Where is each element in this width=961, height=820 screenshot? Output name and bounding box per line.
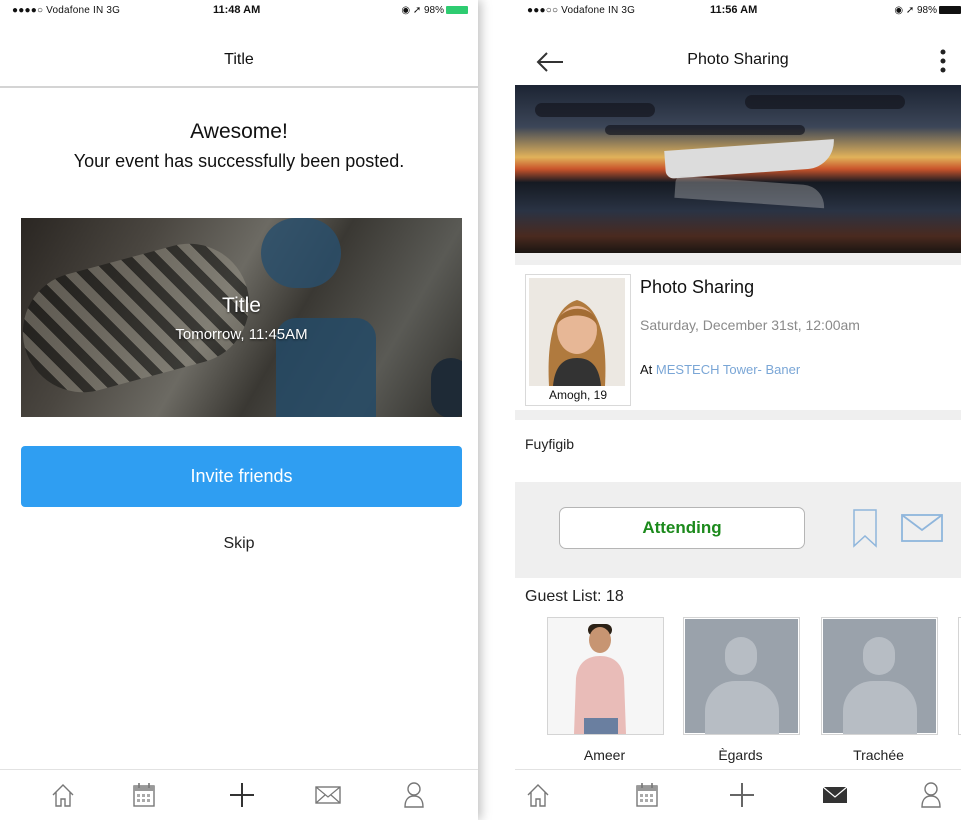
- success-message: Your event has successfully been posted.: [73, 151, 405, 171]
- card-image-detail: [431, 358, 462, 417]
- tab-create[interactable]: [726, 778, 758, 812]
- guest-photo: [821, 617, 938, 735]
- carrier-label: ●●●○○ Vodafone IN 3G: [527, 5, 636, 16]
- bookmark-icon: [853, 509, 877, 548]
- home-icon: [527, 784, 549, 807]
- plus-icon: [230, 783, 254, 807]
- cover-image-detail: [674, 175, 826, 209]
- tab-profile[interactable]: [398, 778, 430, 812]
- battery-indicator: ◉ ➚ 98%: [401, 5, 468, 16]
- guest-name: Ègards: [718, 747, 763, 763]
- tab-home[interactable]: [47, 778, 79, 812]
- status-bar: ●●●●○ Vodafone IN 3G 11:48 AM ◉ ➚ 98%: [0, 0, 478, 22]
- mail-icon: [315, 786, 341, 804]
- card-title: Title: [222, 294, 261, 317]
- guest-name: Trachée: [853, 747, 904, 763]
- host-name: Amogh, 19: [548, 388, 608, 402]
- host-photo-portrait: [529, 278, 625, 386]
- calendar-icon: [133, 783, 155, 807]
- action-row: Attending: [515, 482, 961, 578]
- calendar-icon: [636, 783, 658, 807]
- guest-card[interactable]: Ègards: [683, 617, 800, 763]
- tab-calendar[interactable]: [631, 778, 663, 812]
- clock: 11:56 AM: [710, 4, 758, 16]
- placeholder-head: [725, 637, 757, 675]
- tab-home[interactable]: [522, 778, 554, 812]
- success-heading: Awesome!: [190, 120, 288, 143]
- divider: [515, 410, 961, 420]
- event-info-card: Amogh, 19 Photo Sharing Saturday, Decemb…: [515, 265, 961, 410]
- profile-icon: [404, 782, 424, 808]
- more-vert-icon: [940, 49, 946, 73]
- right-phone-screen: ●●●○○ Vodafone IN 3G 11:56 AM ◉ ➚ 98% Ph…: [515, 0, 961, 820]
- battery-indicator: ◉ ➚ 98%: [894, 5, 961, 16]
- cover-image-detail: [535, 103, 655, 117]
- clock: 11:48 AM: [213, 4, 261, 16]
- event-preview-card[interactable]: Title Tomorrow, 11:45AM: [21, 218, 462, 417]
- cover-image-detail: [605, 125, 805, 135]
- cover-image-detail: [745, 95, 905, 109]
- tab-messages[interactable]: [312, 778, 344, 812]
- battery-label: ◉ ➚ 98%: [401, 5, 444, 16]
- event-cover-image: [515, 85, 961, 253]
- avatar-placeholder-icon: [685, 619, 798, 734]
- nav-title: Photo Sharing: [687, 51, 789, 68]
- message-host-button[interactable]: [900, 512, 944, 544]
- tab-create[interactable]: [226, 778, 258, 812]
- placeholder-head: [863, 637, 895, 675]
- cover-image-detail: [664, 139, 836, 179]
- carrier-label: ●●●●○ Vodafone IN 3G: [12, 5, 121, 16]
- host-avatar[interactable]: Amogh, 19: [525, 274, 631, 406]
- mail-icon: [822, 786, 848, 803]
- left-phone-screen: ●●●●○ Vodafone IN 3G 11:48 AM ◉ ➚ 98% Ti…: [0, 0, 478, 820]
- status-bar: ●●●○○ Vodafone IN 3G 11:56 AM ◉ ➚ 98%: [515, 0, 961, 22]
- battery-icon: [446, 6, 468, 14]
- more-options-button[interactable]: [933, 48, 953, 74]
- battery-label: ◉ ➚ 98%: [894, 5, 937, 16]
- guest-name: Ameer: [583, 747, 626, 763]
- mail-icon: [901, 514, 943, 542]
- card-image-detail: [21, 230, 263, 406]
- event-date: Saturday, December 31st, 12:00am: [640, 317, 860, 333]
- location-prefix: At: [640, 362, 653, 377]
- event-title: Photo Sharing: [640, 277, 755, 297]
- card-image-detail: [261, 218, 341, 288]
- plus-icon: [730, 783, 754, 807]
- tab-bar: [0, 769, 478, 820]
- skip-link[interactable]: Skip: [0, 535, 478, 553]
- nav-title: Title: [224, 51, 254, 68]
- guest-card[interactable]: Ameer: [547, 617, 664, 763]
- event-location: At MESTECH Tower- Baner: [640, 362, 800, 377]
- bookmark-button[interactable]: [852, 508, 878, 548]
- profile-icon: [921, 782, 941, 808]
- placeholder-body: [705, 681, 779, 734]
- divider: [515, 253, 961, 265]
- avatar-placeholder-icon: [823, 619, 936, 734]
- nav-bar: Title: [0, 22, 478, 88]
- card-datetime: Tomorrow, 11:45AM: [175, 326, 308, 343]
- placeholder-body: [843, 681, 917, 734]
- guest-photo: [683, 617, 800, 735]
- venue-link[interactable]: MESTECH Tower- Baner: [656, 362, 800, 377]
- guest-photo: [547, 617, 664, 735]
- tab-calendar[interactable]: [128, 778, 160, 812]
- description-text: Fuyfigib: [525, 436, 575, 452]
- attending-button[interactable]: Attending: [559, 507, 805, 549]
- tab-profile[interactable]: [915, 778, 947, 812]
- invite-friends-button[interactable]: Invite friends: [21, 446, 462, 507]
- guest-photo-portrait: [548, 618, 663, 734]
- guest-list-header: Guest List: 18: [525, 588, 624, 605]
- nav-bar: Photo Sharing: [515, 22, 961, 85]
- event-description: Fuyfigib: [515, 420, 961, 472]
- host-photo: [529, 278, 625, 386]
- tab-messages[interactable]: [819, 778, 851, 812]
- guest-card[interactable]: Trachée: [821, 617, 938, 763]
- battery-icon: [939, 6, 961, 14]
- home-icon: [52, 784, 74, 807]
- tab-bar: [515, 769, 961, 820]
